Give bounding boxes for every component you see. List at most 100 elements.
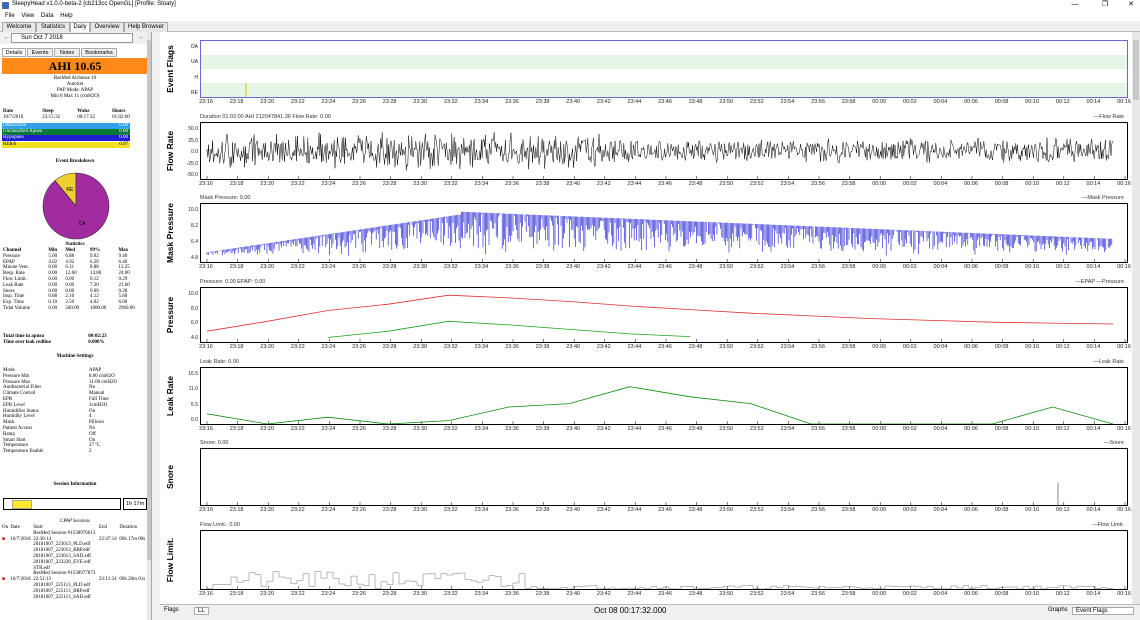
tab-events[interactable]: Events xyxy=(27,48,53,57)
left-scrollbar-thumb[interactable] xyxy=(147,40,151,560)
time-tick-label: 00:02 xyxy=(902,181,917,187)
graph-snore[interactable]: Snore Snore: 0.00 —Snore 23:16 23:18 23:20 23:… xyxy=(160,440,1140,518)
time-tick-label: 00:12 xyxy=(1055,99,1070,105)
graph-area: Event Flags 23:16 23:18 23:20 23:22 23:24 23:2… xyxy=(160,32,1140,604)
time-tick-label: 23:50 xyxy=(719,591,734,597)
date-picker[interactable]: Sun Oct 7 2018 xyxy=(11,33,133,43)
graph-scrollbar-thumb[interactable] xyxy=(1133,40,1139,100)
timestamp-readout: Oct 08 00:17:32.000 xyxy=(594,606,667,615)
apnea-summary: Total time in apnea 00:02:23 Time over le… xyxy=(2,334,122,346)
prev-day-button[interactable]: ← xyxy=(3,34,10,41)
event-row[interactable]: RERA 0.97 xyxy=(2,141,130,148)
time-tick-label: 00:06 xyxy=(964,344,978,350)
time-tick-label: 00:04 xyxy=(933,181,948,187)
session-block[interactable] xyxy=(12,500,32,509)
graph-ylabel: Flow Rate xyxy=(165,130,175,172)
graph-plot[interactable] xyxy=(200,448,1128,506)
tab-overview[interactable]: Overview xyxy=(90,22,124,32)
time-tick-label: 00:04 xyxy=(933,99,948,105)
time-tick-label: 23:58 xyxy=(841,507,856,513)
time-tick-label: 00:10 xyxy=(1025,344,1040,350)
graph-leak-rate[interactable]: Leak Rate Leak Rate: 0.00 —Leak Rate 23:16 2… xyxy=(160,359,1140,437)
event-label: Unclassified Apnea xyxy=(3,129,43,135)
y-tick-label: 16.5 xyxy=(188,371,198,377)
cpap-cell: 22:47:14 xyxy=(99,536,117,542)
time-tick-label: 23:16 xyxy=(199,426,213,432)
time-tick-label: 23:58 xyxy=(841,99,856,105)
time-tick-label: 23:34 xyxy=(474,591,489,597)
time-tick-label: 00:16 xyxy=(1117,426,1131,432)
time-tick-label: 23:26 xyxy=(352,264,366,270)
leak-rate-line xyxy=(206,386,1114,425)
time-axis: 23:16 23:18 23:20 23:22 23:24 23:26 23:28 23:30… xyxy=(199,264,1131,272)
time-tick-label: 23:22 xyxy=(290,99,305,105)
time-tick-label: 23:40 xyxy=(566,99,581,105)
next-day-button[interactable]: → xyxy=(137,34,144,41)
time-tick-label: 23:24 xyxy=(321,507,336,513)
time-tick-label: 23:26 xyxy=(352,507,366,513)
graph-plot[interactable] xyxy=(200,530,1128,590)
stats-row: Flow Limit. 0.00 0.00 0.12 0.29 xyxy=(2,277,146,283)
event-flags-selector[interactable]: Event Flags xyxy=(1072,607,1134,615)
time-tick-label: 23:54 xyxy=(780,426,795,432)
graph-plot[interactable] xyxy=(200,203,1128,263)
event-row[interactable]: Obstructive 0.00 xyxy=(2,123,130,129)
graph-plot[interactable] xyxy=(200,122,1128,180)
graph-flow-rate[interactable]: Flow Rate Duration 01:02:00 AHI 212047841… xyxy=(160,114,1140,192)
time-tick-label: 23:56 xyxy=(811,344,825,350)
tab-statistics[interactable]: Statistics xyxy=(36,22,70,32)
left-scrollbar[interactable] xyxy=(147,32,151,620)
cell-wake: 00:17:32 xyxy=(77,114,95,120)
setting-name: Temperature Enable xyxy=(3,449,44,455)
cpap-sessions-title: CPAP Sessions xyxy=(60,519,90,524)
event-row[interactable]: Hypopnea 0.00 xyxy=(2,135,130,142)
graph-scrollbar[interactable] xyxy=(1132,32,1140,604)
menu-help[interactable]: Help xyxy=(60,11,72,21)
setting-value: 2 xyxy=(89,449,92,455)
graph-svg xyxy=(206,386,1126,425)
graph-svg xyxy=(206,211,1126,262)
event-value: 0.00 xyxy=(119,123,128,128)
cpap-cell: 10/7/2018 xyxy=(10,536,31,542)
graph-ylabel: Event Flags xyxy=(165,45,175,93)
time-tick-label: 00:14 xyxy=(1086,507,1101,513)
time-tick-label: 23:46 xyxy=(658,426,672,432)
time-tick-label: 23:44 xyxy=(627,99,642,105)
setting-row: Temperature Enable 2 xyxy=(2,449,146,455)
cpap-cell xyxy=(98,595,118,601)
maximize-button[interactable]: ❐ xyxy=(1098,0,1112,10)
time-tick-label: 23:52 xyxy=(749,99,764,105)
graph-event-flags[interactable]: Event Flags 23:16 23:18 23:20 23:22 23:24 23:2… xyxy=(160,36,1140,110)
app-icon xyxy=(2,2,9,9)
tab-welcome[interactable]: Welcome xyxy=(2,22,36,32)
time-tick-label: 23:40 xyxy=(566,264,581,270)
graphs-dropdown[interactable]: Graphs xyxy=(1048,607,1068,613)
ll-selector[interactable]: LL xyxy=(194,607,209,615)
graph-header: Duration 01:02:00 AHI 212047841.36 Flow … xyxy=(200,114,331,120)
time-tick-label: 00:10 xyxy=(1025,264,1040,270)
time-tick-label: 23:30 xyxy=(413,344,428,350)
menu-data[interactable]: Data xyxy=(41,11,54,21)
graph-pressure[interactable]: Pressure Pressure: 0.00 EPAP: 0.00 —EPAP —… xyxy=(160,279,1140,355)
tab-bookmarks[interactable]: Bookmarks xyxy=(81,48,117,57)
time-tick-label: 23:46 xyxy=(658,591,672,597)
tab-help-browser[interactable]: Help Browser xyxy=(124,22,168,32)
minimize-button[interactable]: — xyxy=(1068,0,1082,10)
tab-notes[interactable]: Notes xyxy=(54,48,80,57)
graph-plot[interactable] xyxy=(200,40,1128,98)
tab-details[interactable]: Details xyxy=(2,48,26,57)
menu-view[interactable]: View xyxy=(21,11,34,21)
flags-dropdown[interactable]: Flags xyxy=(164,607,179,613)
time-tick-label: 23:34 xyxy=(474,426,489,432)
time-tick-label: 23:44 xyxy=(627,426,642,432)
graph-plot[interactable] xyxy=(200,287,1128,343)
graph-flow-limit[interactable]: Flow Limit. Flow Limit.: 0.00 —Flow Limit.… xyxy=(160,522,1140,602)
close-button[interactable]: ✕ xyxy=(1124,0,1138,10)
menu-file[interactable]: File xyxy=(5,11,15,21)
time-tick-label: 00:10 xyxy=(1025,591,1040,597)
graph-mask-pressure[interactable]: Mask Pressure Mask Pressure: 0.00 —Mask Pr… xyxy=(160,195,1140,275)
session-timeline-bar[interactable] xyxy=(3,498,121,510)
graph-plot[interactable] xyxy=(200,367,1128,425)
event-row[interactable]: Unclassified Apnea 0.00 xyxy=(2,129,130,136)
time-tick-label: 23:30 xyxy=(413,99,428,105)
